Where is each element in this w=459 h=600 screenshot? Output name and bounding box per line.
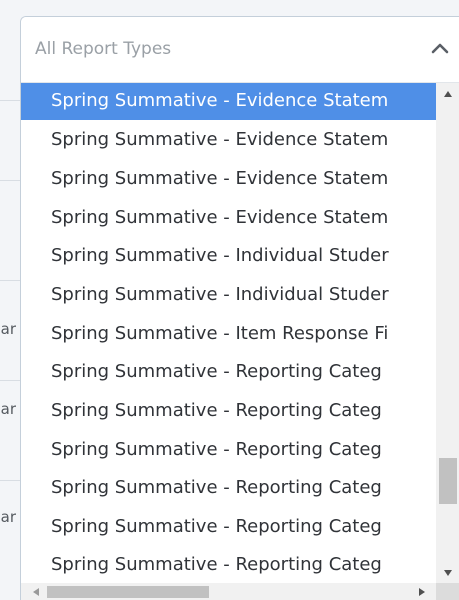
dropdown-option[interactable]: Spring Summative - Evidence Statem <box>21 199 436 237</box>
dropdown-option[interactable]: Spring Summative - Individual Studer <box>21 276 436 314</box>
dropdown-option[interactable]: Spring Summative - Reporting Categ <box>21 392 436 430</box>
scroll-up-arrow-icon[interactable] <box>444 91 452 97</box>
report-type-select[interactable]: All Report Types <box>21 17 459 83</box>
options-list: Spring Summative - Evidence Statem Sprin… <box>21 83 436 583</box>
scroll-down-arrow-icon[interactable] <box>444 570 452 576</box>
dropdown-option[interactable]: Spring Summative - Item Response Fi <box>21 315 436 353</box>
chevron-up-icon[interactable] <box>431 42 449 54</box>
table-cell-text: ar <box>0 508 16 526</box>
vertical-scrollbar[interactable] <box>436 83 459 583</box>
dropdown-option[interactable]: Spring Summative - Reporting Categ <box>21 431 436 469</box>
dropdown-option[interactable]: Spring Summative - Evidence Statem <box>21 160 436 198</box>
dropdown-option[interactable]: Spring Summative - Reporting Categ <box>21 353 436 391</box>
scroll-right-arrow-icon[interactable] <box>419 588 425 596</box>
horizontal-scrollbar[interactable] <box>21 583 436 600</box>
dropdown-option[interactable]: Spring Summative - Reporting Categ <box>21 508 436 546</box>
screen: ar ar ar All Report Types Spring Summati… <box>0 0 459 600</box>
table-cell-text: ar <box>0 400 16 418</box>
dropdown-option[interactable]: Spring Summative - Reporting Categ <box>21 546 436 583</box>
select-placeholder: All Report Types <box>35 39 172 59</box>
report-type-dropdown: All Report Types Spring Summative - Evid… <box>20 16 459 600</box>
scrollbar-corner <box>436 583 459 600</box>
table-cell-text: ar <box>0 320 16 338</box>
dropdown-option-selected[interactable]: Spring Summative - Evidence Statem <box>21 83 436 120</box>
vertical-scroll-thumb[interactable] <box>439 458 457 504</box>
dropdown-option[interactable]: Spring Summative - Reporting Categ <box>21 469 436 507</box>
scroll-left-arrow-icon[interactable] <box>33 588 39 596</box>
dropdown-option[interactable]: Spring Summative - Evidence Statem <box>21 121 436 159</box>
dropdown-option[interactable]: Spring Summative - Individual Studer <box>21 237 436 275</box>
horizontal-scroll-thumb[interactable] <box>47 586 209 598</box>
